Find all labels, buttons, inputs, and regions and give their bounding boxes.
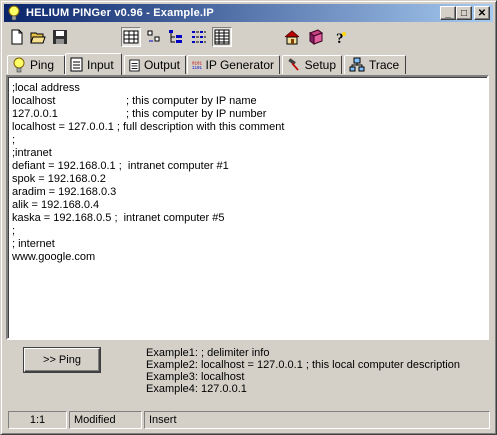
example-row: Example2: localhost = 127.0.0.1 ; this lo…: [146, 359, 460, 371]
editor-line: kaska = 192.168.0.5 ; intranet computer …: [12, 212, 225, 224]
view-details-button[interactable]: [212, 27, 232, 47]
tab-input[interactable]: Input: [65, 53, 122, 75]
example-row: Example3: localhost: [146, 371, 245, 383]
view-grid-icon: [123, 30, 139, 44]
example-row: Example4: 127.0.0.1: [146, 383, 247, 395]
tab-trace[interactable]: Trace: [344, 55, 406, 74]
status-bar: 1:1 Modified Insert: [6, 411, 492, 429]
notepad-icon: [70, 57, 83, 72]
home-button[interactable]: [282, 27, 302, 47]
editor-line: www.google.com: [12, 251, 96, 263]
examples-panel: Example1:; delimiter info Example2: local…: [146, 347, 460, 395]
close-button[interactable]: ✕: [474, 6, 490, 20]
tab-label: Output: [143, 58, 180, 72]
editor-line: aradim = 192.168.0.3: [12, 186, 117, 198]
network-icon: [349, 57, 365, 72]
view-list-icon: [192, 31, 206, 43]
editor-line: ;: [12, 134, 16, 146]
view-small-icons-icon: [147, 30, 160, 42]
save-button[interactable]: [50, 27, 70, 47]
tab-label: Input: [87, 57, 114, 72]
view-tree-button[interactable]: [166, 27, 186, 47]
status-cursor-position: 1:1: [8, 411, 67, 429]
svg-text:1101: 1101: [192, 67, 202, 71]
maximize-button[interactable]: □: [456, 6, 472, 20]
tab-bar: Ping Input Output 0101 1101 IP Generator …: [4, 53, 493, 75]
view-list-button[interactable]: [189, 27, 209, 47]
minimize-button[interactable]: _: [440, 6, 456, 20]
editor-line: defiant = 192.168.0.1 ; intranet compute…: [12, 160, 229, 172]
editor-line: ;intranet: [12, 147, 52, 159]
editor-line: ;local address: [12, 82, 80, 94]
input-editor[interactable]: ;local address localhost; this computer …: [6, 75, 489, 340]
title-bar[interactable]: HELIUM PINGer v0.96 - Example.IP _ □ ✕: [4, 4, 493, 22]
example-row: Example1:; delimiter info: [146, 347, 270, 359]
editor-line: spok = 192.168.0.2: [12, 173, 106, 185]
tab-label: Trace: [369, 58, 400, 72]
tab-label: Ping: [30, 58, 55, 72]
lightbulb-icon: [13, 57, 25, 73]
lightbulb-icon: [8, 5, 20, 21]
tab-label: Setup: [304, 58, 336, 72]
status-modified: Modified: [69, 411, 142, 429]
help-button[interactable]: ?: [330, 27, 350, 47]
ping-button[interactable]: >> Ping: [24, 348, 100, 372]
view-tree-icon: [169, 30, 182, 43]
editor-line: ; internet: [12, 238, 55, 250]
notepad-icon: [129, 59, 140, 71]
app-window: HELIUM PINGer v0.96 - Example.IP _ □ ✕ ?…: [0, 0, 497, 435]
home-icon: [284, 30, 300, 45]
editor-line: alik = 192.168.0.4: [12, 199, 100, 211]
editor-line: localhost; this computer by IP name: [12, 95, 257, 107]
svg-text:0101: 0101: [192, 62, 202, 66]
tab-setup[interactable]: Setup: [282, 55, 342, 74]
status-mode: Insert: [144, 411, 490, 429]
editor-line: 127.0.0.1; this computer by IP number: [12, 108, 267, 120]
view-details-icon: [214, 29, 230, 45]
new-file-button[interactable]: [7, 27, 27, 47]
help-icon: ?: [336, 31, 346, 45]
open-button[interactable]: [28, 27, 48, 47]
book-icon: [308, 29, 324, 45]
toolbar: ?: [4, 25, 493, 51]
tab-ip-generator[interactable]: 0101 1101 IP Generator: [187, 55, 280, 74]
book-button[interactable]: [306, 27, 326, 47]
view-grid-button[interactable]: [121, 27, 141, 47]
window-title: HELIUM PINGer v0.96 - Example.IP: [26, 7, 214, 19]
open-folder-icon: [30, 32, 46, 44]
editor-line: localhost = 127.0.0.1 ; full description…: [12, 121, 285, 133]
view-small-icons-button[interactable]: [144, 27, 164, 47]
hammer-icon: [288, 58, 299, 71]
tab-output[interactable]: Output: [124, 55, 186, 74]
save-icon: [53, 30, 67, 44]
tab-label: IP Generator: [205, 58, 274, 72]
tab-ping[interactable]: Ping: [7, 55, 65, 74]
editor-line: ;: [12, 225, 16, 237]
binary-icon: 01011101: [192, 62, 202, 71]
new-file-icon: [11, 29, 23, 45]
